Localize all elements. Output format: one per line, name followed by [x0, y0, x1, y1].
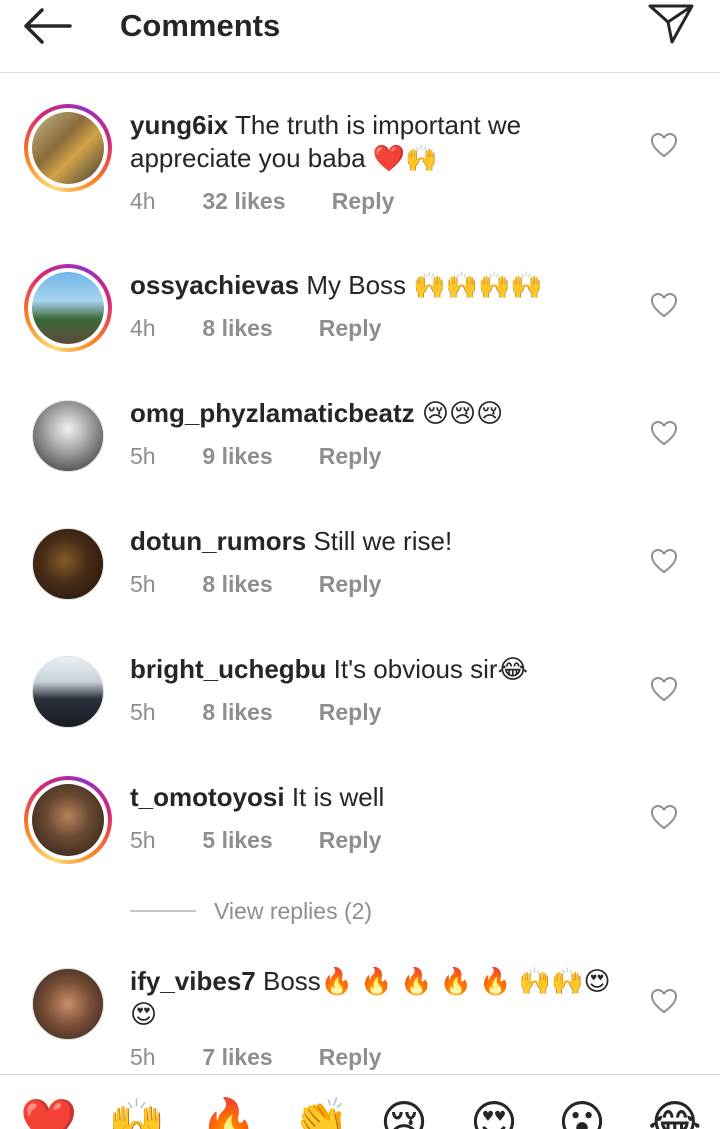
comment-text: yung6ix The truth is important we apprec… — [130, 109, 630, 175]
comment-text: t_omotoyosi It is well — [130, 781, 630, 814]
comment-meta: 5h 7 likes Reply — [130, 1042, 381, 1072]
emoji-reaction-bar: ❤️ 🙌 🔥 👏 😢 😍 😮 😂 — [0, 1074, 720, 1129]
comment-time: 5h — [130, 1044, 156, 1070]
reply-button[interactable]: Reply — [319, 825, 382, 855]
header-bar: Comments — [0, 0, 720, 73]
avatar[interactable] — [24, 776, 112, 864]
comment-meta: 4h 32 likes Reply — [130, 186, 394, 216]
emoji-heart-eyes-button[interactable]: 😍 — [470, 1095, 518, 1129]
emoji-fire-button[interactable]: 🔥 — [200, 1095, 257, 1129]
comment-meta: 5h 8 likes Reply — [130, 569, 381, 599]
comment-text: ify_vibes7 Boss🔥 🔥 🔥 🔥 🔥 🙌🙌😍😍 — [130, 965, 620, 1031]
comment-username[interactable]: ify_vibes7 — [130, 966, 256, 996]
comment-text: dotun_rumors Still we rise! — [130, 525, 630, 558]
comment-likes[interactable]: 8 likes — [202, 697, 312, 727]
back-arrow-icon[interactable] — [22, 6, 74, 46]
heart-icon[interactable] — [650, 988, 678, 1014]
comment-time: 5h — [130, 827, 156, 853]
heart-icon[interactable] — [650, 548, 678, 574]
comment-meta: 5h 9 likes Reply — [130, 441, 381, 471]
comment-meta: 5h 8 likes Reply — [130, 697, 381, 727]
avatar[interactable] — [24, 520, 112, 608]
comment-username[interactable]: ossyachievas — [130, 270, 299, 300]
comment-time: 5h — [130, 571, 156, 597]
reply-button[interactable]: Reply — [319, 697, 382, 727]
comment-body: My Boss 🙌🙌🙌🙌 — [306, 270, 543, 300]
comment-username[interactable]: dotun_rumors — [130, 526, 306, 556]
heart-icon[interactable] — [650, 132, 678, 158]
view-replies-label: View replies (2) — [214, 898, 373, 924]
comment-username[interactable]: yung6ix — [130, 110, 228, 140]
emoji-raised-hands-button[interactable]: 🙌 — [108, 1095, 165, 1129]
comment-body: It's obvious sir😂 — [333, 654, 528, 684]
avatar[interactable] — [24, 960, 112, 1048]
comment-likes[interactable]: 8 likes — [202, 313, 312, 343]
comment-text: ossyachievas My Boss 🙌🙌🙌🙌 — [130, 269, 630, 302]
heart-icon[interactable] — [650, 292, 678, 318]
reply-button[interactable]: Reply — [319, 1042, 382, 1072]
emoji-clap-button[interactable]: 👏 — [292, 1095, 349, 1129]
comment-meta: 4h 8 likes Reply — [130, 313, 381, 343]
comment-username[interactable]: t_omotoyosi — [130, 782, 285, 812]
avatar[interactable] — [24, 648, 112, 736]
replies-divider — [130, 909, 196, 912]
page-title: Comments — [120, 8, 281, 43]
comment-body: 😢😢😢 — [421, 398, 504, 428]
comment-body: It is well — [291, 782, 385, 812]
heart-icon[interactable] — [650, 676, 678, 702]
reply-button[interactable]: Reply — [332, 186, 395, 216]
comment-text: bright_uchegbu It's obvious sir😂 — [130, 653, 630, 686]
emoji-surprised-button[interactable]: 😮 — [558, 1095, 606, 1129]
comment-time: 5h — [130, 443, 156, 469]
avatar[interactable] — [24, 264, 112, 352]
comment-meta: 5h 5 likes Reply — [130, 825, 381, 855]
comment-time: 4h — [130, 188, 156, 214]
send-direct-icon[interactable] — [646, 0, 696, 46]
comment-likes[interactable]: 7 likes — [202, 1042, 312, 1072]
comment-likes[interactable]: 8 likes — [202, 569, 312, 599]
reply-button[interactable]: Reply — [319, 569, 382, 599]
comment-body: Still we rise! — [313, 526, 453, 556]
emoji-heart-button[interactable]: ❤️ — [20, 1095, 77, 1129]
reply-button[interactable]: Reply — [319, 313, 382, 343]
avatar[interactable] — [24, 392, 112, 480]
heart-icon[interactable] — [650, 804, 678, 830]
emoji-laughing-button[interactable]: 😂 — [648, 1095, 702, 1129]
avatar[interactable] — [24, 104, 112, 192]
comment-likes[interactable]: 32 likes — [202, 186, 325, 216]
emoji-crying-button[interactable]: 😢 — [380, 1095, 428, 1129]
comment-time: 5h — [130, 699, 156, 725]
comment-likes[interactable]: 5 likes — [202, 825, 312, 855]
reply-button[interactable]: Reply — [319, 441, 382, 471]
view-replies-button[interactable]: View replies (2) — [130, 896, 372, 926]
comment-text: omg_phyzlamaticbeatz 😢😢😢 — [130, 397, 630, 430]
comment-username[interactable]: bright_uchegbu — [130, 654, 326, 684]
comment-username[interactable]: omg_phyzlamaticbeatz — [130, 398, 415, 428]
comment-likes[interactable]: 9 likes — [202, 441, 312, 471]
heart-icon[interactable] — [650, 420, 678, 446]
comment-time: 4h — [130, 315, 156, 341]
